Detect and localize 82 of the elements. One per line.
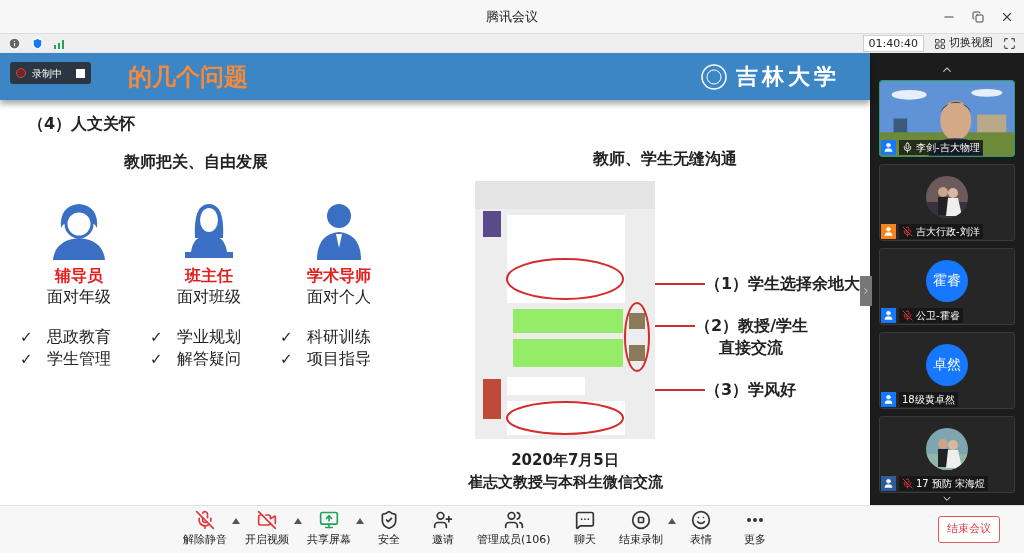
caption: 2020年7月5日 (511, 450, 619, 471)
caret-icon[interactable] (294, 518, 302, 525)
duty-item: 科研训练 (306, 326, 371, 348)
duty-item: 学生管理 (46, 348, 111, 370)
university-logo: 吉林大学 (736, 62, 840, 91)
recording-label: 录制中 (32, 66, 62, 81)
duty-item: 思政教育 (46, 326, 111, 348)
duty-item: 项目指导 (306, 348, 371, 370)
callout-text: （3）学风好 (705, 379, 797, 401)
smiley-icon (690, 510, 711, 531)
participant-tile[interactable]: 吉大行政-刘洋 (879, 164, 1015, 242)
toolbar-button[interactable]: 聊天 (561, 510, 608, 549)
chevron-right-icon (861, 286, 871, 296)
restore-icon[interactable] (972, 10, 984, 23)
participant-tile[interactable]: 17 预防 宋海煜 (879, 416, 1015, 494)
stop-icon (630, 510, 651, 531)
meeting-timer: 01:40:40 (862, 35, 924, 52)
caret-icon[interactable] (232, 518, 240, 525)
column-heading: 教师、学生无缝沟通 (593, 148, 738, 170)
callout-text: 直接交流 (719, 337, 784, 359)
add-user-icon (433, 510, 453, 531)
duty-item: 解答疑问 (176, 348, 241, 370)
duty-item: 学业规划 (176, 326, 241, 348)
check-mark: ✓ (150, 349, 163, 370)
participant-name: 17 预防 宋海煜 (916, 477, 986, 492)
end-meeting-button[interactable]: 结束会议 (938, 516, 1000, 543)
emblem-icon (700, 62, 728, 91)
toolbar-button[interactable]: 更多 (731, 510, 778, 549)
camera-off-icon (257, 510, 277, 531)
mic-off-icon (195, 510, 215, 531)
window-title: 腾讯会议 (486, 7, 538, 26)
shield-icon[interactable] (31, 37, 44, 50)
participant-name: 李剑-吉大物理 (916, 141, 980, 156)
participant-tile[interactable]: 李剑-吉大物理 (879, 80, 1015, 158)
role-title: 辅导员 (55, 266, 103, 286)
toolbar-button[interactable]: 邀请 (420, 510, 466, 549)
check-mark: ✓ (150, 327, 163, 348)
role-scope: 面对个人 (307, 286, 371, 308)
callout-text: （2）教授/学生 (695, 315, 808, 337)
fullscreen-icon[interactable] (1003, 37, 1016, 50)
caret-icon[interactable] (667, 518, 676, 525)
stop-icon[interactable] (76, 68, 85, 78)
info-icon[interactable] (8, 37, 21, 50)
check-mark: ✓ (280, 349, 293, 370)
users-icon (503, 510, 524, 531)
check-mark: ✓ (20, 327, 33, 348)
shield-icon (379, 510, 399, 531)
participant-name: 18级黄卓然 (902, 393, 955, 408)
switch-view-button[interactable]: 切换视图 (934, 35, 993, 52)
leader-line (655, 325, 695, 327)
role-title: 班主任 (185, 266, 233, 286)
toolbar-button[interactable]: 开启视频 (242, 510, 292, 549)
caret-icon[interactable] (356, 518, 364, 525)
callout-text: （1）学生选择余地大 (705, 273, 861, 295)
participant-tile[interactable]: 卓然 18级黄卓然 (879, 332, 1015, 410)
grid-icon (934, 37, 946, 50)
leader-line (655, 283, 705, 285)
share-screen-icon (319, 510, 339, 531)
caption: 崔志文教授与本科生微信交流 (467, 472, 663, 493)
check-mark: ✓ (280, 327, 293, 348)
toolbar-button[interactable]: 解除静音 (180, 510, 230, 549)
slide-title: 的几个问题 (128, 61, 248, 93)
role-scope: 面对班级 (177, 286, 241, 308)
toolbar-button[interactable]: 共享屏幕 (304, 510, 354, 549)
role-title: 学术导师 (307, 266, 371, 286)
toolbar-button[interactable]: 结束录制 (615, 510, 666, 549)
toolbar-button[interactable]: 表情 (677, 510, 724, 549)
avatar: 霍睿 (926, 259, 968, 302)
signal-icon[interactable] (54, 38, 66, 49)
toolbar-button[interactable]: 安全 (366, 510, 412, 549)
column-heading: 教师把关、自由发展 (124, 151, 269, 173)
section-heading: （4）人文关怀 (28, 113, 137, 135)
chat-icon (574, 510, 595, 531)
role-scope: 面对年级 (47, 286, 111, 308)
toolbar-button[interactable]: 管理成员(106) (474, 510, 554, 549)
more-icon (746, 518, 763, 523)
participant-name: 公卫-霍睿 (916, 309, 960, 324)
avatar: 卓然 (926, 343, 968, 386)
participant-tile[interactable]: 霍睿 公卫-霍睿 (879, 248, 1015, 326)
leader-line (655, 389, 705, 391)
participant-name: 吉大行政-刘洋 (916, 225, 980, 240)
check-mark: ✓ (20, 349, 33, 370)
